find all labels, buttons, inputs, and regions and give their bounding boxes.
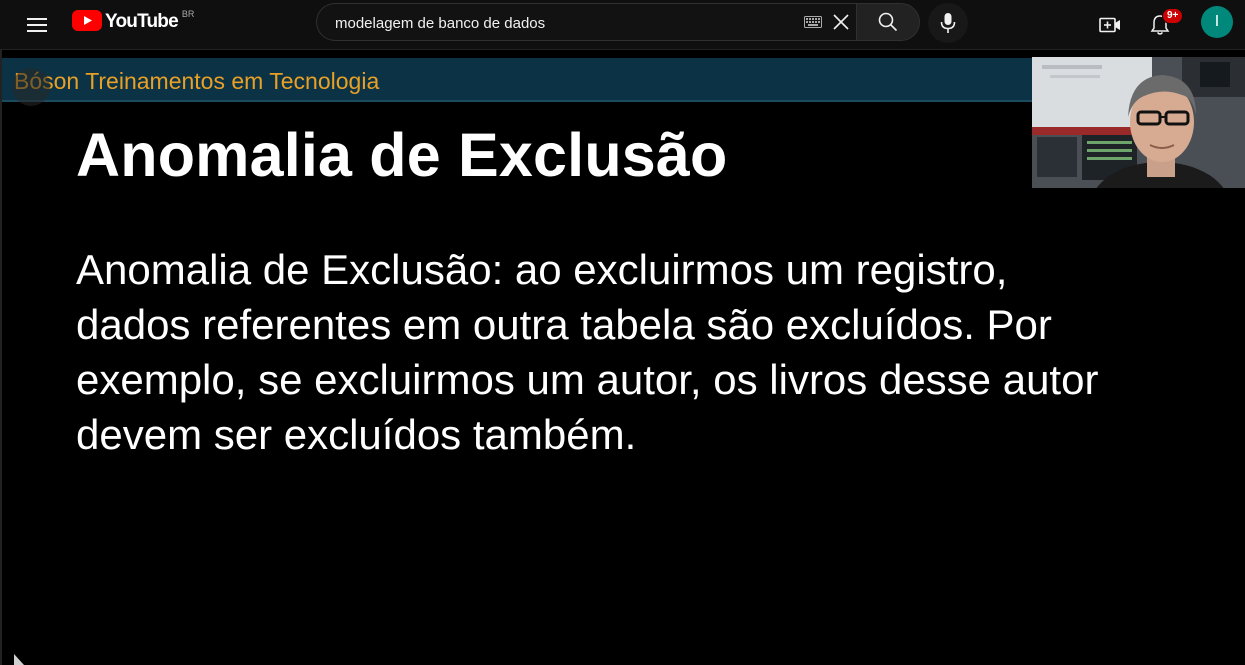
mic-icon [940,13,956,33]
search-icon [878,12,898,32]
player-edge [0,50,2,665]
play-indicator-icon [14,654,24,665]
avatar[interactable]: I [1201,6,1233,38]
slide-title: Anomalia de Exclusão [76,121,728,189]
voice-search-button[interactable] [928,3,968,43]
slide-body-line: dados referentes em outra tabela são exc… [76,301,1052,348]
presenter-image [1032,57,1245,188]
notifications-button[interactable]: 9+ [1140,5,1184,45]
clear-icon[interactable] [831,12,851,32]
notification-count-badge: 9+ [1162,8,1184,24]
masthead: YouTube BR modelagem de banco de dados 9… [0,0,1245,50]
search-box [316,3,857,42]
logo-text: YouTube [105,11,179,32]
slide-body-line: Anomalia de Exclusão: ao excluirmos um r… [76,246,1008,293]
player-overlay-button[interactable] [12,68,50,106]
youtube-logo-icon [72,10,102,31]
menu-button[interactable] [17,5,57,45]
channel-band-text: Bóson Treinamentos em Tecnologia [14,68,380,94]
webcam-overlay [1032,57,1245,188]
channel-band: Bóson Treinamentos em Tecnologia [2,58,1032,102]
create-button[interactable] [1090,5,1130,45]
slide-body: Anomalia de Exclusão: ao excluirmos um r… [76,242,1216,462]
menu-icon [27,18,47,32]
keyboard-icon[interactable] [804,16,822,28]
create-video-icon [1099,17,1120,33]
country-code: BR [181,9,195,19]
search-input[interactable] [333,4,807,42]
video-player[interactable]: Bóson Treinamentos em Tecnologia Anomali… [0,50,1245,665]
search-button[interactable] [856,3,920,41]
slide-body-line: devem ser excluídos também. [76,411,637,458]
slide-body-line: exemplo, se excluirmos um autor, os livr… [76,356,1099,403]
youtube-logo[interactable]: YouTube BR [72,9,195,36]
